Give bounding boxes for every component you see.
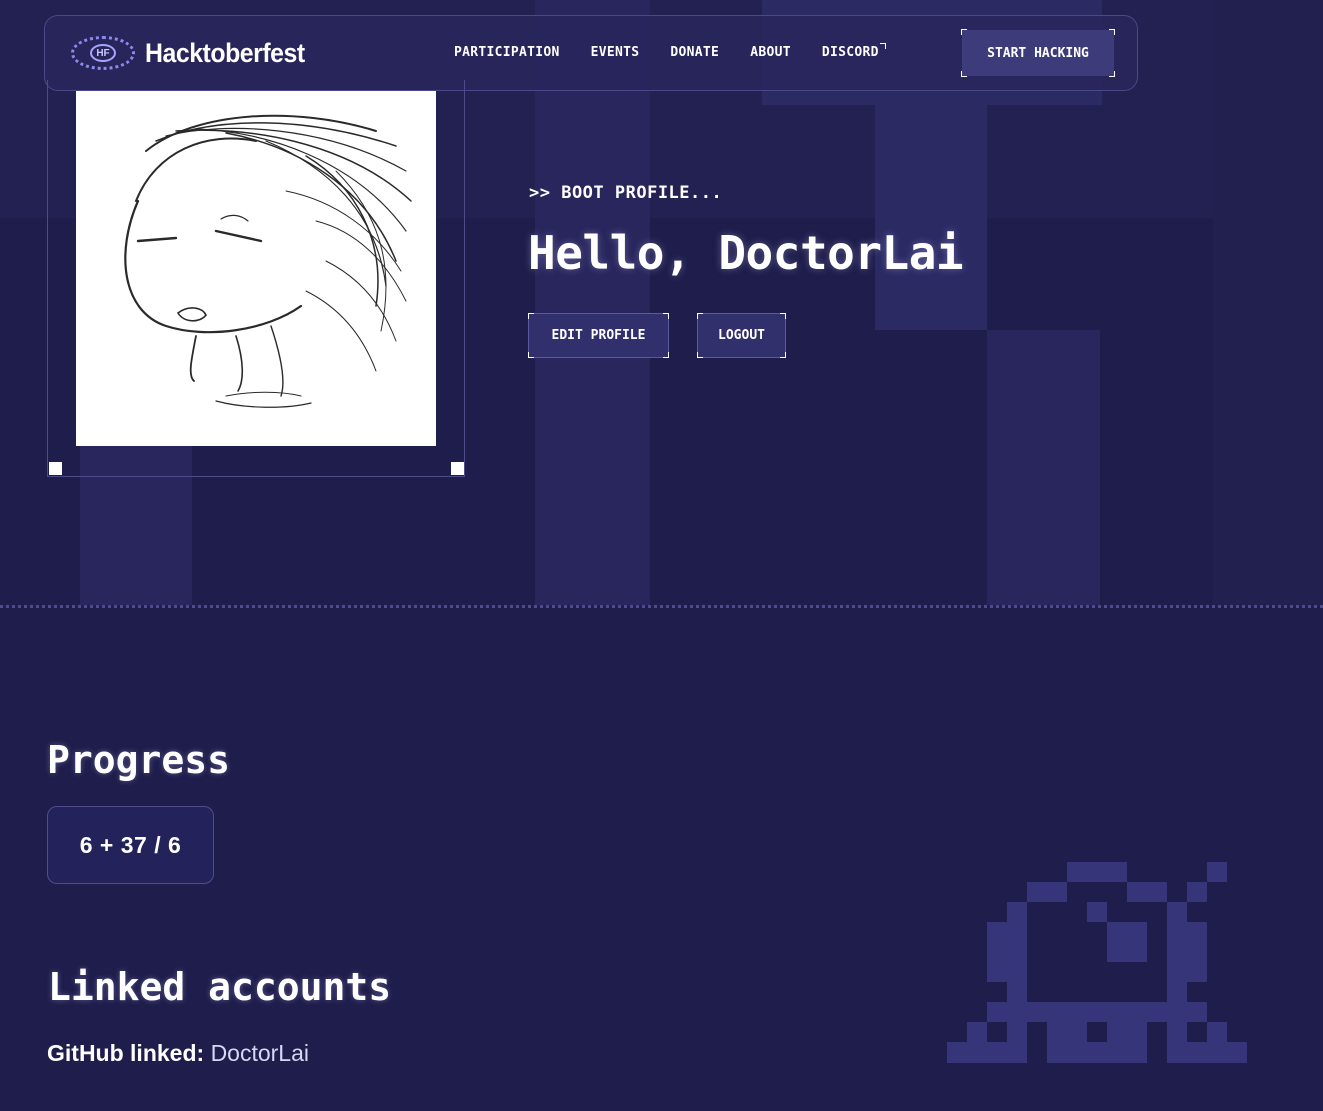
bracket-corner bbox=[961, 71, 967, 77]
progress-value-box: 6 + 37 / 6 bbox=[47, 806, 214, 884]
greeting-heading: Hello, DoctorLai bbox=[528, 226, 964, 280]
start-hacking-label: START HACKING bbox=[987, 45, 1089, 61]
bg-block bbox=[1213, 0, 1323, 605]
progress-heading: Progress bbox=[47, 738, 231, 782]
avatar-sketch bbox=[124, 114, 412, 408]
section-divider bbox=[0, 605, 1323, 608]
avatar bbox=[76, 91, 436, 446]
linked-accounts-heading: Linked accounts bbox=[48, 965, 392, 1009]
logo-text: Hacktoberfest bbox=[145, 37, 305, 68]
bg-block bbox=[875, 105, 987, 330]
bracket-corner bbox=[663, 313, 669, 319]
bracket-corner bbox=[780, 313, 786, 319]
nav-events[interactable]: EVENTS bbox=[591, 45, 640, 60]
frame-handle-bottom-left bbox=[49, 462, 62, 475]
logo[interactable]: HF Hacktoberfest bbox=[71, 36, 319, 70]
bracket-corner bbox=[1109, 71, 1115, 77]
bracket-corner bbox=[528, 313, 534, 319]
edit-profile-button[interactable]: EDIT PROFILE bbox=[528, 313, 669, 358]
progress-value: 6 + 37 / 6 bbox=[79, 831, 182, 858]
nav-about[interactable]: ABOUT bbox=[750, 45, 791, 60]
page: HF Hacktoberfest PARTICIPATION EVENTS DO… bbox=[0, 0, 1323, 1111]
bracket-corner bbox=[780, 352, 786, 358]
github-linked-line: GitHub linked: DoctorLai bbox=[47, 1040, 309, 1067]
nav-participation[interactable]: PARTICIPATION bbox=[454, 45, 560, 60]
bracket-corner bbox=[961, 29, 967, 35]
start-hacking-button[interactable]: START HACKING bbox=[961, 29, 1115, 77]
boot-profile-text: >> BOOT PROFILE... bbox=[529, 183, 723, 203]
nav-donate[interactable]: DONATE bbox=[670, 45, 719, 60]
bracket-corner bbox=[697, 313, 703, 319]
logout-button[interactable]: LOGOUT bbox=[697, 313, 786, 358]
main-nav: PARTICIPATION EVENTS DONATE ABOUT DISCOR… bbox=[454, 43, 910, 60]
bracket-corner bbox=[697, 352, 703, 358]
edit-profile-label: EDIT PROFILE bbox=[551, 328, 646, 343]
nav-discord[interactable]: DISCORD bbox=[822, 43, 886, 60]
logo-abbr: HF bbox=[90, 44, 116, 62]
frame-handle-bottom-right bbox=[451, 462, 464, 475]
github-linked-label: GitHub linked: bbox=[47, 1040, 205, 1066]
logo-badge-icon: HF bbox=[71, 36, 135, 70]
bracket-corner bbox=[663, 352, 669, 358]
bracket-corner bbox=[1109, 29, 1115, 35]
pixel-clock-icon bbox=[947, 862, 1247, 1063]
logout-label: LOGOUT bbox=[718, 328, 765, 343]
github-username: DoctorLai bbox=[210, 1040, 309, 1066]
bracket-corner bbox=[528, 352, 534, 358]
bg-block bbox=[987, 330, 1100, 605]
